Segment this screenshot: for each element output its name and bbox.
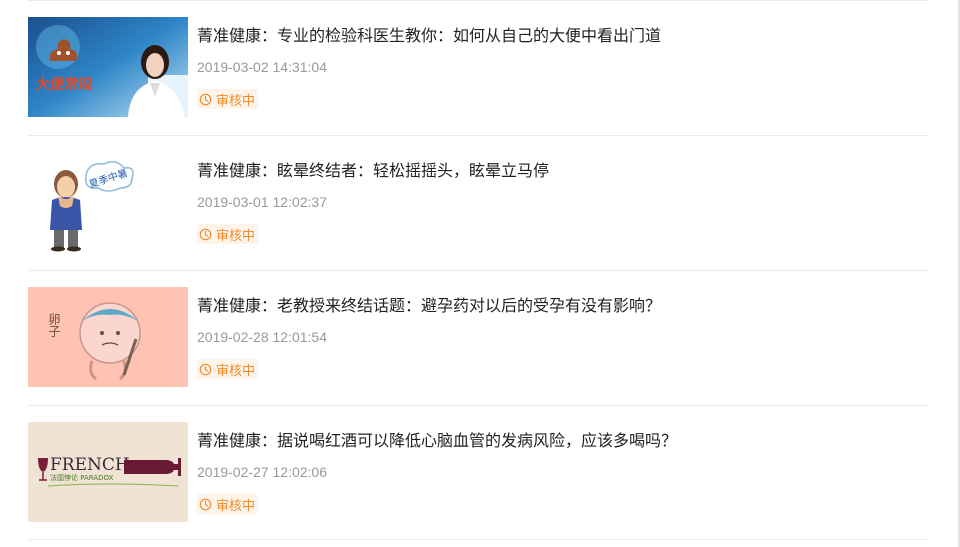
thumbnail-subcaption: 法国悖论 PARADOX: [50, 473, 114, 482]
clock-icon: [199, 363, 212, 375]
clock-icon: [199, 228, 212, 240]
thumbnail-caption: 卵子: [47, 313, 61, 337]
dizzy-person-thumbnail-image: 夏季中暑: [28, 152, 188, 252]
list-item[interactable]: FRENCH 法国悖论 PARADOX 菁准健康：据说喝红酒可以降低心脑血管的发…: [28, 405, 928, 540]
article-thumbnail[interactable]: 大便常规: [28, 17, 188, 117]
status-badge: 审核中: [197, 89, 259, 109]
article-date: 2019-03-01 12:02:37: [197, 194, 327, 210]
article-info: 菁准健康：专业的检验科医生教你：如何从自己的大便中看出门道 2019-03-02…: [197, 17, 928, 110]
article-title[interactable]: 菁准健康：老教授来终结话题：避孕药对以后的受孕有没有影响？: [197, 295, 928, 317]
status-badge: 审核中: [197, 224, 259, 244]
list-item[interactable]: 大便常规 菁准健康：专业的检验科医生教你：如何从自己的大便中看出门道 2019-…: [28, 0, 928, 135]
article-list: 大便常规 菁准健康：专业的检验科医生教你：如何从自己的大便中看出门道 2019-…: [28, 0, 928, 540]
thumbnail-caption: 大便常规: [36, 76, 92, 93]
old-egg-cell-thumbnail-image: 卵子: [28, 287, 188, 387]
status-badge: 审核中: [197, 494, 259, 514]
clock-icon: [199, 93, 212, 105]
article-info: 菁准健康：老教授来终结话题：避孕药对以后的受孕有没有影响？ 2019-02-28…: [197, 287, 928, 380]
article-title[interactable]: 菁准健康：据说喝红酒可以降低心脑血管的发病风险，应该多喝吗？: [197, 430, 928, 452]
status-label: 审核中: [216, 93, 256, 109]
article-title[interactable]: 菁准健康：眩晕终结者：轻松摇摇头，眩晕立马停: [197, 160, 928, 182]
list-item[interactable]: 卵子 菁准健康：老教授来终结话题：避孕药对以后的受孕有没有影响？ 2019-02…: [28, 270, 928, 405]
article-date: 2019-02-28 12:01:54: [197, 329, 327, 345]
status-label: 审核中: [216, 498, 256, 514]
status-label: 审核中: [216, 228, 256, 244]
article-info: 菁准健康：眩晕终结者：轻松摇摇头，眩晕立马停 2019-03-01 12:02:…: [197, 152, 928, 245]
article-date: 2019-02-27 12:02:06: [197, 464, 327, 480]
list-item[interactable]: 夏季中暑 菁准健康：眩晕终结者：轻松摇摇头，眩晕立马停 2019-03-01 1…: [28, 135, 928, 270]
status-badge: 审核中: [197, 359, 259, 379]
article-title[interactable]: 菁准健康：专业的检验科医生教你：如何从自己的大便中看出门道: [197, 25, 928, 47]
article-thumbnail[interactable]: 夏季中暑: [28, 152, 188, 252]
clock-icon: [199, 498, 212, 510]
thumbnail-caption: FRENCH: [50, 455, 130, 475]
stool-video-thumbnail-image: 大便常规: [28, 17, 188, 117]
article-date: 2019-03-02 14:31:04: [197, 59, 327, 75]
article-thumbnail[interactable]: 卵子: [28, 287, 188, 387]
article-thumbnail[interactable]: FRENCH 法国悖论 PARADOX: [28, 422, 188, 522]
article-info: 菁准健康：据说喝红酒可以降低心脑血管的发病风险，应该多喝吗？ 2019-02-2…: [197, 422, 928, 515]
status-label: 审核中: [216, 363, 256, 379]
french-paradox-thumbnail-image: FRENCH 法国悖论 PARADOX: [28, 422, 188, 522]
article-list-page: 大便常规 菁准健康：专业的检验科医生教你：如何从自己的大便中看出门道 2019-…: [0, 0, 960, 547]
